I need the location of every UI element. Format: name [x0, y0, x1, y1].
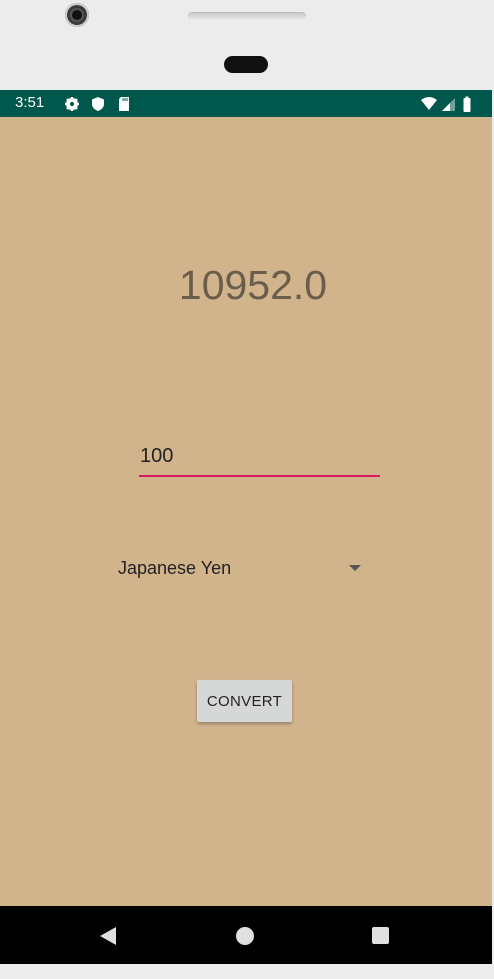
status-time: 3:51	[15, 94, 45, 111]
conversion-result: 10952.0	[178, 262, 328, 308]
speaker-grill	[188, 12, 306, 22]
shield-icon	[90, 96, 106, 112]
sd-card-icon	[116, 96, 132, 112]
back-icon[interactable]	[100, 927, 116, 945]
status-icons-right	[421, 95, 475, 113]
front-camera	[65, 3, 89, 27]
amount-input[interactable]	[139, 441, 380, 477]
home-icon[interactable]	[236, 927, 254, 945]
device-bezel-top	[0, 0, 494, 90]
settings-icon	[64, 96, 80, 112]
battery-icon	[459, 96, 475, 112]
convert-button[interactable]: CONVERT	[197, 680, 292, 722]
dropdown-arrow-icon	[349, 565, 361, 571]
status-bar: 3:51	[0, 90, 492, 117]
app-content: 10952.0 Japanese Yen CONVERT	[0, 117, 492, 906]
currency-spinner[interactable]: Japanese Yen	[117, 553, 363, 585]
recents-icon[interactable]	[372, 927, 389, 944]
currency-spinner-selected: Japanese Yen	[118, 558, 232, 578]
navigation-bar	[0, 906, 492, 964]
signal-icon	[440, 96, 456, 112]
earpiece	[224, 56, 268, 73]
device-bezel-bottom	[0, 964, 494, 979]
status-icons-left	[64, 95, 132, 113]
wifi-icon	[421, 96, 437, 112]
